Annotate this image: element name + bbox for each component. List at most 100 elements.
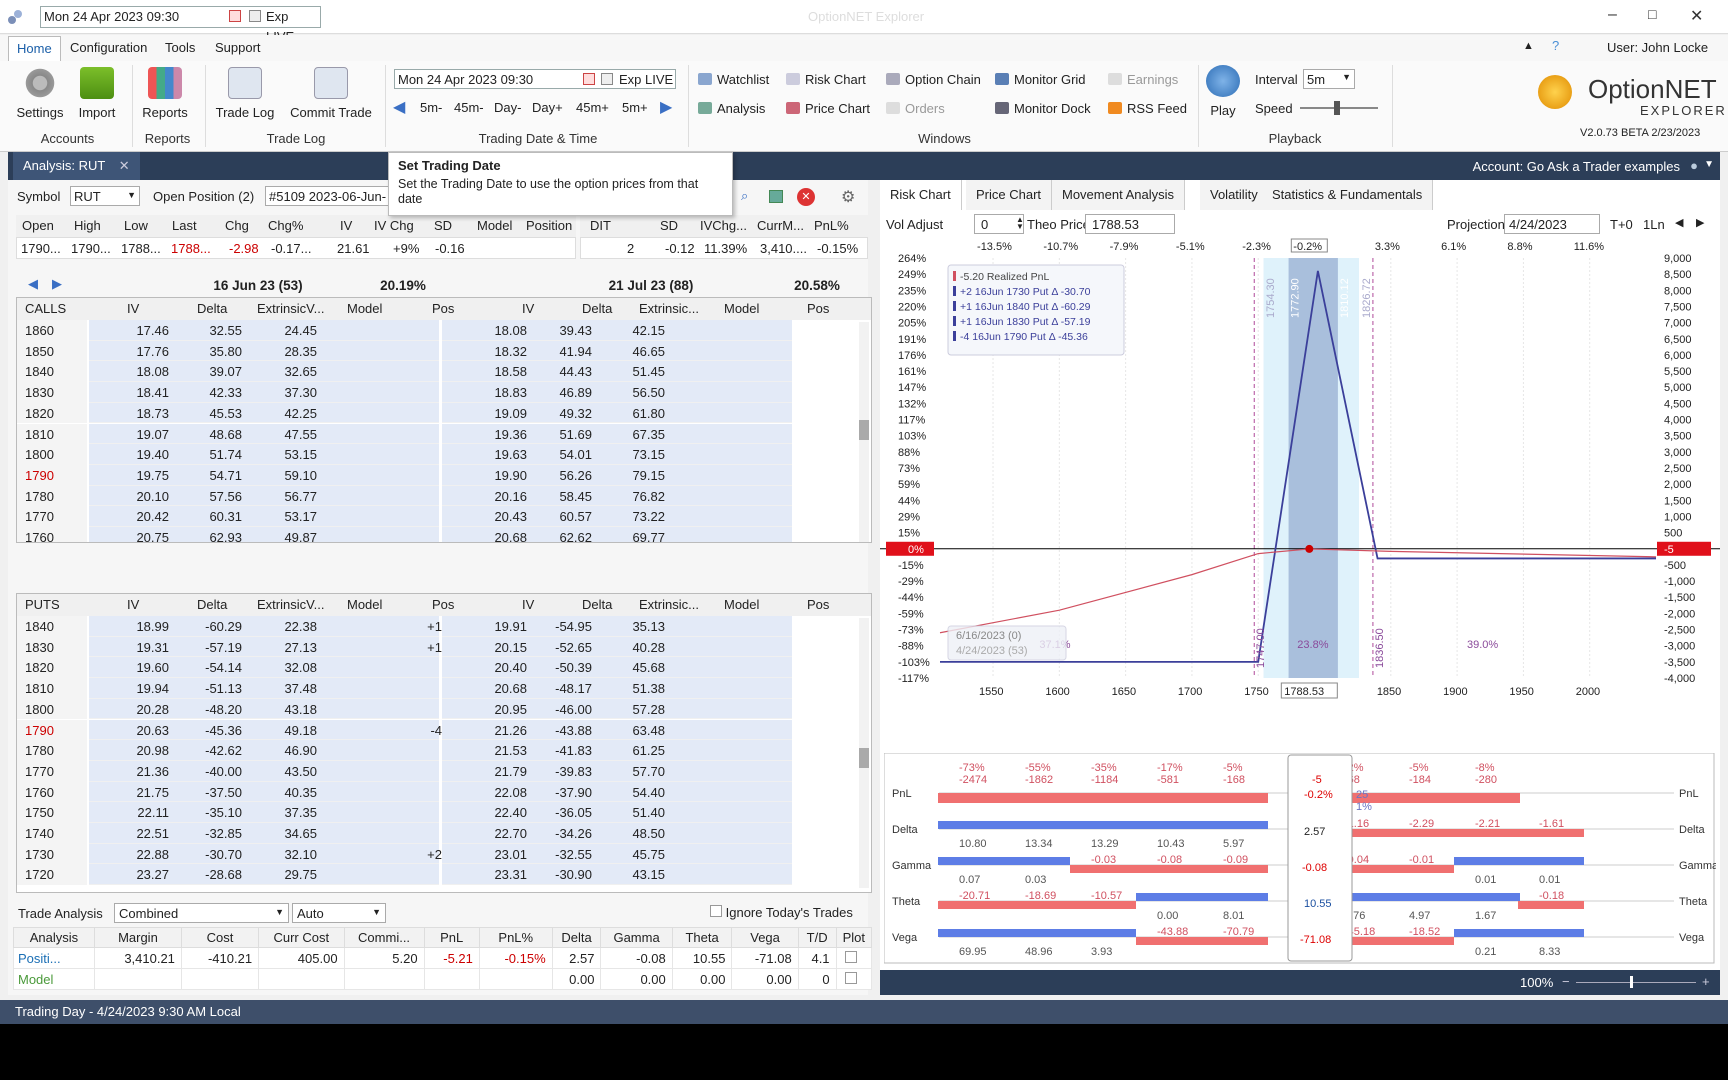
minimize-icon[interactable]: – — [1608, 6, 1617, 24]
search-icon[interactable]: ⌕ — [741, 188, 748, 204]
help-icon[interactable]: ? — [1552, 38, 1559, 53]
price-chart-button[interactable]: Price Chart — [786, 101, 870, 116]
put-row[interactable]: 1720 23.27 -28.68 29.75 23.31 -30.90 43.15 — [17, 864, 857, 886]
slider-thumb[interactable] — [1334, 101, 1340, 115]
trading-date-field[interactable]: Mon 24 Apr 2023 09:30 Exp LIVE — [394, 69, 676, 89]
tab-risk-chart[interactable]: Risk Chart — [880, 180, 962, 210]
call-row[interactable]: 1770 20.42 60.31 53.17 20.43 60.57 73.22 — [17, 506, 857, 527]
rss-feed-button[interactable]: RSS Feed — [1108, 101, 1187, 116]
next-step-icon[interactable]: ▶ — [660, 97, 672, 117]
close-tab-icon[interactable]: ✕ — [119, 158, 130, 173]
spinner-icon[interactable]: ▲ ▼ — [1016, 216, 1024, 231]
analysis-button[interactable]: Analysis — [698, 101, 765, 116]
tab-movement-analysis[interactable]: Movement Analysis — [1052, 180, 1185, 210]
scroll-thumb[interactable] — [859, 420, 869, 440]
calls-scrollbar[interactable] — [859, 322, 869, 542]
puts-scrollbar[interactable] — [859, 618, 869, 888]
auto-select[interactable]: Auto ▼ — [292, 903, 386, 923]
plot-checkbox[interactable] — [844, 950, 857, 963]
symbol-select[interactable]: RUT ▼ — [70, 186, 140, 206]
ignore-today-checkbox[interactable]: Ignore Today's Trades — [710, 905, 853, 920]
step-45m-fwd[interactable]: 45m+ — [576, 100, 609, 115]
settings-button[interactable]: Settings — [15, 67, 65, 120]
live-toggle-icon[interactable] — [601, 73, 613, 85]
call-row[interactable]: 1860 17.46 32.55 24.45 18.08 39.43 42.15 — [17, 320, 857, 341]
risk-chart[interactable]: 264% 9,000 249% 8,500 235% 8,000 220% 7,500 205%… — [880, 238, 1720, 758]
call-row[interactable]: 1790 19.75 54.71 59.10 19.90 56.26 79.15 — [17, 464, 857, 486]
speed-slider[interactable] — [1300, 101, 1378, 115]
scroll-thumb[interactable] — [859, 748, 869, 768]
call-row[interactable]: 1810 19.07 48.68 47.55 19.36 51.69 67.35 — [17, 423, 857, 445]
play-button[interactable]: Play — [1205, 65, 1241, 118]
calendar-icon[interactable] — [583, 73, 595, 85]
put-row[interactable]: 1840 18.99 -60.29 22.38 +1 19.91 -54.95 35.13 — [17, 616, 857, 637]
call-row[interactable]: 1800 19.40 51.74 53.15 19.63 54.01 73.15 — [17, 444, 857, 465]
calendar-icon[interactable] — [229, 10, 241, 22]
put-row[interactable]: 1760 21.75 -37.50 40.35 22.08 -37.90 54.40 — [17, 781, 857, 803]
monitor-dock-button[interactable]: Monitor Dock — [995, 101, 1091, 116]
call-row[interactable]: 1850 17.76 35.80 28.35 18.32 41.94 46.65 — [17, 340, 857, 362]
put-row[interactable]: 1820 19.60 -54.14 32.08 20.40 -50.39 45.68 — [17, 657, 857, 679]
step-5m-fwd[interactable]: 5m+ — [622, 100, 648, 115]
close-icon[interactable]: ✕ — [1690, 6, 1703, 26]
put-row[interactable]: 1800 20.28 -48.20 43.18 20.95 -46.00 57.28 — [17, 698, 857, 720]
analysis-mode-select[interactable]: Combined ▼ — [114, 903, 289, 923]
put-row[interactable]: 1750 22.11 -35.10 37.35 22.40 -36.05 51.40 — [17, 802, 857, 823]
prev-step-icon[interactable]: ◀ — [393, 97, 405, 117]
tab-volatility[interactable]: Volatility — [1200, 180, 1269, 210]
zoom-in-icon[interactable]: + — [1702, 974, 1710, 989]
trade-log-button[interactable]: Trade Log — [215, 67, 275, 120]
reports-button[interactable]: Reports — [140, 67, 190, 120]
commit-trade-button[interactable]: Commit Trade — [288, 67, 374, 120]
step-45m-back[interactable]: 45m- — [454, 100, 484, 115]
tab-tools[interactable]: Tools — [165, 40, 195, 55]
account-menu-icon[interactable]: ▼ — [1704, 159, 1714, 170]
call-row[interactable]: 1830 18.41 42.33 37.30 18.83 46.89 56.50 — [17, 382, 857, 403]
zoom-out-icon[interactable]: − — [1562, 974, 1570, 989]
plot-checkbox[interactable] — [844, 971, 857, 984]
import-button[interactable]: Import — [72, 67, 122, 120]
zoom-thumb[interactable] — [1630, 976, 1633, 988]
next-icon[interactable]: ▶ — [1696, 216, 1704, 229]
tab-price-chart[interactable]: Price Chart — [966, 180, 1053, 210]
tab-home[interactable]: Home — [8, 36, 61, 62]
step-day-back[interactable]: Day- — [494, 100, 521, 115]
put-row[interactable]: 1830 19.31 -57.19 27.13 +1 20.15 -52.65 40.28 — [17, 636, 857, 658]
step-day-fwd[interactable]: Day+ — [532, 100, 563, 115]
put-row[interactable]: 1740 22.51 -32.85 34.65 22.70 -34.26 48.50 — [17, 823, 857, 844]
live-toggle-icon[interactable] — [249, 10, 261, 22]
call-row[interactable]: 1840 18.08 39.07 32.65 18.58 44.43 51.45 — [17, 361, 857, 383]
call-row[interactable]: 1780 20.10 57.56 56.77 20.16 58.45 76.82 — [17, 485, 857, 507]
step-5m-back[interactable]: 5m- — [420, 100, 442, 115]
risk-chart-button[interactable]: Risk Chart — [786, 72, 866, 87]
open-position-select[interactable]: #5109 2023-06-Jun- — [265, 186, 390, 206]
tab-statistics[interactable]: Statistics & Fundamentals — [1262, 180, 1434, 210]
tab-support[interactable]: Support — [215, 40, 261, 55]
call-row[interactable]: 1760 20.75 62.93 49.87 20.68 62.62 69.77 — [17, 527, 857, 542]
put-row[interactable]: 1810 19.94 -51.13 37.48 20.68 -48.17 51.38 — [17, 678, 857, 699]
orders-button[interactable]: Orders — [886, 101, 945, 116]
put-row[interactable]: 1730 22.88 -30.70 32.10 +2 23.01 -32.55 45.75 — [17, 843, 857, 865]
zoom-slider[interactable] — [1576, 982, 1696, 983]
prev-expiry-icon[interactable]: ◀ — [28, 276, 38, 292]
maximize-icon[interactable]: □ — [1648, 6, 1656, 22]
current-price-marker[interactable] — [1305, 544, 1314, 553]
put-row[interactable]: 1770 21.36 -40.00 43.50 21.79 -39.83 57.70 — [17, 760, 857, 782]
call-row[interactable]: 1820 18.73 45.53 42.25 19.09 49.32 61.80 — [17, 402, 857, 424]
put-row[interactable]: 1780 20.98 -42.62 46.90 21.53 -41.83 61.25 — [17, 740, 857, 761]
doc-tab-analysis[interactable]: Analysis: RUT ✕ — [13, 152, 140, 180]
delete-icon[interactable]: ✕ — [797, 188, 815, 206]
analysis-row-position[interactable]: Positi... 3,410.21 -410.21 405.00 5.20 -5.21-… — [13, 947, 873, 969]
grid-icon[interactable] — [769, 190, 783, 203]
collapse-ribbon-icon[interactable]: ▲ — [1523, 40, 1534, 52]
prev-icon[interactable]: ◀ — [1675, 216, 1683, 229]
watchlist-button[interactable]: Watchlist — [698, 72, 769, 87]
interval-select[interactable]: 5m ▼ — [1303, 69, 1355, 89]
put-row[interactable]: 1790 20.63 -45.36 49.18 -4 21.26 -43.88 63.48 — [17, 719, 857, 741]
tab-configuration[interactable]: Configuration — [70, 40, 147, 55]
option-chain-button[interactable]: Option Chain — [886, 72, 981, 87]
plot-cell[interactable] — [835, 968, 873, 990]
titlebar-date-field[interactable]: Mon 24 Apr 2023 09:30 Exp LIVE — [40, 6, 321, 44]
next-expiry-icon[interactable]: ▶ — [52, 276, 62, 292]
monitor-grid-button[interactable]: Monitor Grid — [995, 72, 1086, 87]
